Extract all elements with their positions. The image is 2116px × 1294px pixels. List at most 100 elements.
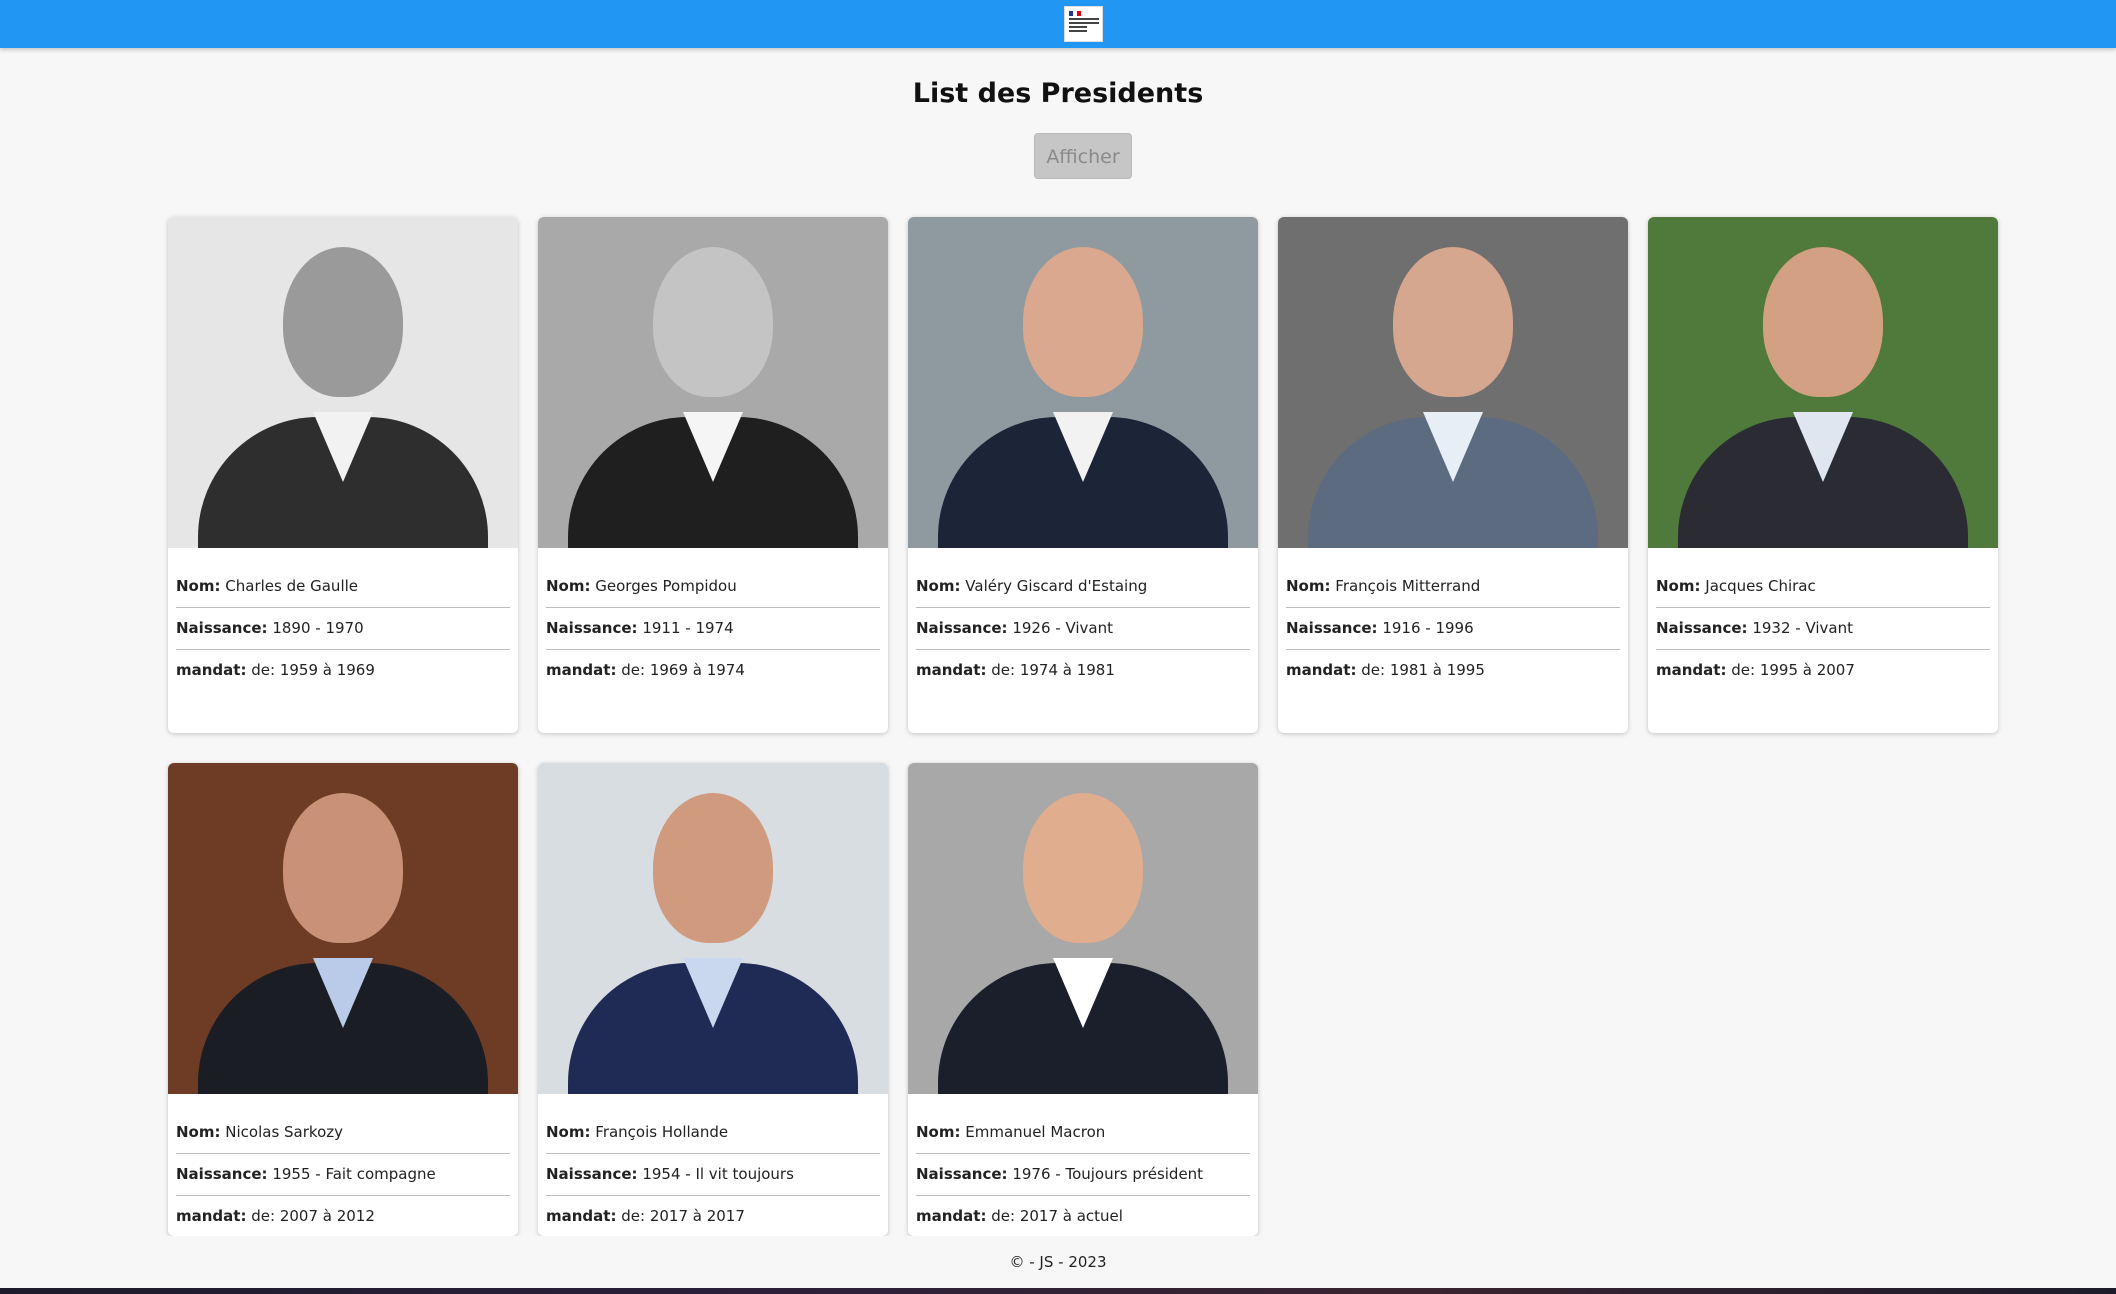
mandat-label: mandat: (176, 661, 247, 679)
mandat-value: de: 1995 à 2007 (1731, 661, 1855, 679)
mandat-row: mandat: de: 1995 à 2007 (1656, 650, 1990, 691)
naissance-row: Naissance: 1916 - 1996 (1286, 608, 1620, 650)
president-card[interactable]: Nom: Nicolas Sarkozy Naissance: 1955 - Fa… (168, 763, 518, 1236)
nom-value: Emmanuel Macron (965, 1123, 1106, 1141)
mandat-value: de: 2007 à 2012 (251, 1207, 375, 1225)
naissance-label: Naissance: (176, 619, 268, 637)
mandat-label: mandat: (176, 1207, 247, 1225)
nom-label: Nom: (176, 1123, 221, 1141)
nom-value: Georges Pompidou (595, 577, 737, 595)
mandat-row: mandat: de: 1981 à 1995 (1286, 650, 1620, 691)
president-photo (908, 763, 1258, 1094)
republique-francaise-logo[interactable] (1064, 6, 1103, 42)
mandat-value: de: 2017 à actuel (991, 1207, 1123, 1225)
nom-label: Nom: (916, 577, 961, 595)
mandat-label: mandat: (546, 661, 617, 679)
naissance-row: Naissance: 1926 - Vivant (916, 608, 1250, 650)
nom-value: François Hollande (595, 1123, 729, 1141)
naissance-value: 1955 - Fait compagne (272, 1165, 436, 1183)
nom-value: François Mitterrand (1335, 577, 1481, 595)
nom-row: Nom: Jacques Chirac (1656, 566, 1990, 608)
naissance-label: Naissance: (546, 619, 638, 637)
president-info: Nom: Nicolas Sarkozy Naissance: 1955 - Fa… (168, 1094, 518, 1236)
president-photo (1648, 217, 1998, 548)
logo-text-lines (1069, 18, 1099, 34)
president-card[interactable]: Nom: François Mitterrand Naissance: 1916 … (1278, 217, 1628, 733)
president-card[interactable]: Nom: Charles de Gaulle Naissance: 1890 - … (168, 217, 518, 733)
nom-row: Nom: Emmanuel Macron (916, 1112, 1250, 1154)
mandat-label: mandat: (1656, 661, 1727, 679)
nom-row: Nom: Charles de Gaulle (176, 566, 510, 608)
nom-value: Jacques Chirac (1705, 577, 1816, 595)
naissance-label: Naissance: (916, 1165, 1008, 1183)
mandat-label: mandat: (1286, 661, 1357, 679)
president-photo (168, 217, 518, 548)
nom-row: Nom: François Mitterrand (1286, 566, 1620, 608)
mandat-row: mandat: de: 1969 à 1974 (546, 650, 880, 691)
nom-row: Nom: Georges Pompidou (546, 566, 880, 608)
naissance-value: 1916 - 1996 (1382, 619, 1474, 637)
president-card[interactable]: Nom: Jacques Chirac Naissance: 1932 - Viv… (1648, 217, 1998, 733)
president-photo (168, 763, 518, 1094)
nom-label: Nom: (1286, 577, 1331, 595)
nom-label: Nom: (546, 577, 591, 595)
naissance-value: 1926 - Vivant (1012, 619, 1114, 637)
president-info: Nom: Jacques Chirac Naissance: 1932 - Viv… (1648, 548, 1998, 701)
naissance-label: Naissance: (1286, 619, 1378, 637)
mandat-label: mandat: (916, 661, 987, 679)
naissance-value: 1911 - 1974 (642, 619, 734, 637)
tricolor-flag-icon (1069, 11, 1081, 16)
naissance-row: Naissance: 1955 - Fait compagne (176, 1154, 510, 1196)
mandat-value: de: 1959 à 1969 (251, 661, 375, 679)
naissance-value: 1976 - Toujours président (1012, 1165, 1204, 1183)
mandat-value: de: 1981 à 1995 (1361, 661, 1485, 679)
window-bottom-edge (0, 1288, 2116, 1294)
mandat-value: de: 1974 à 1981 (991, 661, 1115, 679)
president-card[interactable]: Nom: Emmanuel Macron Naissance: 1976 - To… (908, 763, 1258, 1236)
nom-label: Nom: (176, 577, 221, 595)
nom-row: Nom: Nicolas Sarkozy (176, 1112, 510, 1154)
mandat-label: mandat: (916, 1207, 987, 1225)
president-info: Nom: François Hollande Naissance: 1954 - … (538, 1094, 888, 1236)
nom-label: Nom: (916, 1123, 961, 1141)
footer-copyright: © - JS - 2023 (1009, 1253, 1107, 1271)
afficher-button[interactable]: Afficher (1034, 133, 1132, 179)
president-card[interactable]: Nom: Valéry Giscard d'Estaing Naissance: … (908, 217, 1258, 733)
president-photo (538, 217, 888, 548)
naissance-value: 1954 - Il vit toujours (642, 1165, 794, 1183)
nom-label: Nom: (1656, 577, 1701, 595)
president-info: Nom: Georges Pompidou Naissance: 1911 - 1… (538, 548, 888, 701)
president-photo (538, 763, 888, 1094)
president-info: Nom: Emmanuel Macron Naissance: 1976 - To… (908, 1094, 1258, 1236)
top-app-bar (0, 0, 2116, 48)
mandat-row: mandat: de: 2017 à 2017 (546, 1196, 880, 1236)
mandat-value: de: 2017 à 2017 (621, 1207, 745, 1225)
nom-row: Nom: François Hollande (546, 1112, 880, 1154)
president-info: Nom: Charles de Gaulle Naissance: 1890 - … (168, 548, 518, 701)
president-info: Nom: François Mitterrand Naissance: 1916 … (1278, 548, 1628, 701)
president-photo (1278, 217, 1628, 548)
mandat-row: mandat: de: 2017 à actuel (916, 1196, 1250, 1236)
mandat-row: mandat: de: 2007 à 2012 (176, 1196, 510, 1236)
page-title: List des Presidents (912, 78, 1204, 109)
president-photo (908, 217, 1258, 548)
naissance-value: 1890 - 1970 (272, 619, 364, 637)
nom-value: Charles de Gaulle (225, 577, 359, 595)
nom-row: Nom: Valéry Giscard d'Estaing (916, 566, 1250, 608)
naissance-row: Naissance: 1976 - Toujours président (916, 1154, 1250, 1196)
naissance-label: Naissance: (1656, 619, 1748, 637)
president-card[interactable]: Nom: François Hollande Naissance: 1954 - … (538, 763, 888, 1236)
mandat-row: mandat: de: 1974 à 1981 (916, 650, 1250, 691)
naissance-row: Naissance: 1911 - 1974 (546, 608, 880, 650)
naissance-label: Naissance: (916, 619, 1008, 637)
naissance-value: 1932 - Vivant (1752, 619, 1854, 637)
nom-value: Valéry Giscard d'Estaing (965, 577, 1148, 595)
mandat-row: mandat: de: 1959 à 1969 (176, 650, 510, 691)
president-info: Nom: Valéry Giscard d'Estaing Naissance: … (908, 548, 1258, 701)
naissance-row: Naissance: 1932 - Vivant (1656, 608, 1990, 650)
mandat-value: de: 1969 à 1974 (621, 661, 745, 679)
naissance-row: Naissance: 1954 - Il vit toujours (546, 1154, 880, 1196)
nom-label: Nom: (546, 1123, 591, 1141)
naissance-label: Naissance: (176, 1165, 268, 1183)
president-card[interactable]: Nom: Georges Pompidou Naissance: 1911 - 1… (538, 217, 888, 733)
